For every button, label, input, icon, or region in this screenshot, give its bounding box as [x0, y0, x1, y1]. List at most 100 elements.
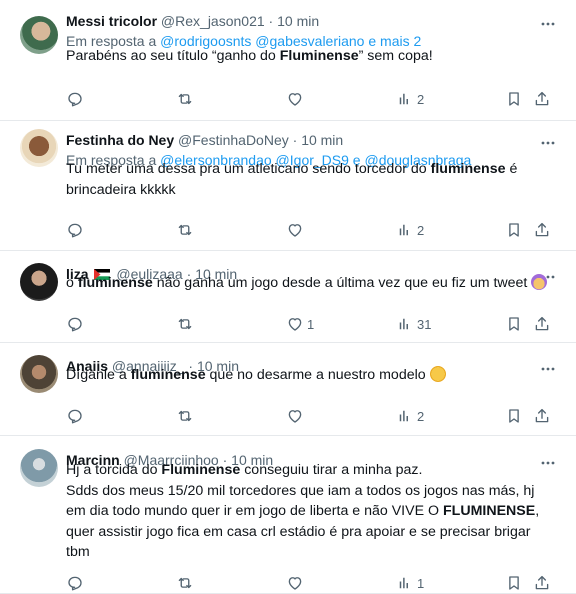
avatar[interactable]	[20, 449, 58, 487]
display-name[interactable]: Messi tricolor	[66, 13, 157, 29]
tweet-body: Messi tricolor @Rex_jason021 · 10 min Em …	[66, 11, 556, 121]
bookmark-button[interactable]	[505, 406, 523, 426]
timestamp[interactable]: 10 min	[301, 132, 343, 148]
share-icon	[533, 574, 551, 592]
highlighted-keyword: Fluminense	[279, 48, 359, 64]
user-handle[interactable]: @Rex_jason021	[161, 13, 265, 29]
like-button[interactable]	[286, 220, 307, 240]
retweet-button[interactable]	[176, 89, 194, 109]
tweet-text: o fluminense não ganha um jogo desde a ú…	[66, 273, 556, 294]
retweet-button[interactable]	[176, 314, 194, 334]
reply-icon	[66, 315, 84, 333]
text-segment: conseguiu tirar a minha paz.	[240, 462, 423, 478]
user-handle[interactable]: @FestinhaDoNey	[178, 132, 289, 148]
like-icon	[286, 90, 304, 108]
retweet-icon	[176, 407, 194, 425]
text-line: em dia todo mundo quer ir em jogo de lib…	[66, 501, 556, 522]
share-button[interactable]	[533, 89, 551, 109]
avatar[interactable]	[20, 355, 58, 393]
like-icon	[286, 574, 304, 592]
tweet-item[interactable]: Festinha do Ney @FestinhaDoNey · 10 min E…	[0, 121, 576, 251]
like-button[interactable]: 1	[286, 314, 314, 334]
like-button[interactable]	[286, 89, 307, 109]
text-line: tbm	[66, 542, 556, 563]
views-button[interactable]: 1	[396, 573, 424, 593]
retweet-button[interactable]	[176, 406, 194, 426]
text-segment: Tu meter uma dessa pra um atleticano sen…	[66, 161, 431, 177]
tweet-text: Tu meter uma dessa pra um atleticano sen…	[66, 159, 526, 200]
text-segment: Hj a torcida do	[66, 462, 162, 478]
share-button[interactable]	[533, 406, 551, 426]
views-count: 31	[417, 316, 432, 332]
views-count: 2	[417, 408, 425, 424]
avatar[interactable]	[20, 129, 58, 167]
tweet-body: Anaiis @annaiiiiz_ · 10 min Díganle a flu…	[66, 356, 556, 436]
tweet-actions: 2	[66, 406, 556, 426]
reply-button[interactable]	[66, 89, 84, 109]
share-icon	[533, 315, 551, 333]
tweet-item[interactable]: Marcinn @Maarrciinhoo · 10 min Hj a torci…	[0, 436, 576, 594]
views-count: 2	[417, 222, 425, 238]
woman-facepalming-emoji	[531, 274, 548, 290]
share-button[interactable]	[533, 314, 551, 334]
like-icon	[286, 315, 304, 333]
bookmark-icon	[505, 221, 523, 239]
tweet-item[interactable]: Anaiis @annaiiiiz_ · 10 min Díganle a flu…	[0, 343, 576, 436]
text-segment: ,	[535, 503, 540, 519]
tweet-item[interactable]: liza @eulizaaa · 10 min o fluminense não …	[0, 251, 576, 343]
share-button[interactable]	[533, 220, 551, 240]
share-button[interactable]	[533, 573, 551, 593]
reply-button[interactable]	[66, 220, 84, 240]
views-button[interactable]: 2	[396, 89, 424, 109]
text-segment: tbm	[66, 544, 90, 560]
retweet-icon	[176, 221, 194, 239]
bookmark-icon	[505, 407, 523, 425]
retweet-icon	[176, 90, 194, 108]
highlighted-keyword: fluminense	[430, 161, 506, 177]
reply-button[interactable]	[66, 573, 84, 593]
bookmark-button[interactable]	[505, 220, 523, 240]
views-button[interactable]: 2	[396, 220, 424, 240]
bookmark-icon	[505, 90, 523, 108]
tweet-item[interactable]: Messi tricolor @Rex_jason021 · 10 min Em …	[0, 0, 576, 121]
views-button[interactable]: 2	[396, 406, 424, 426]
avatar[interactable]	[20, 263, 58, 301]
disappointed-face-emoji	[429, 366, 446, 382]
like-button[interactable]	[286, 406, 307, 426]
bookmark-button[interactable]	[505, 573, 523, 593]
avatar[interactable]	[20, 16, 58, 54]
reply-button[interactable]	[66, 406, 84, 426]
reply-icon	[66, 407, 84, 425]
separator-dot: ·	[292, 132, 298, 148]
more-icon[interactable]	[540, 15, 556, 27]
bookmark-button[interactable]	[505, 89, 523, 109]
tweet-body: Marcinn @Maarrciinhoo · 10 min Hj a torci…	[66, 450, 556, 594]
tweet-actions: 2	[66, 220, 556, 240]
timestamp[interactable]: 10 min	[277, 13, 319, 29]
retweet-button[interactable]	[176, 573, 194, 593]
highlighted-keyword: Fluminense	[161, 462, 241, 478]
retweet-button[interactable]	[176, 220, 194, 240]
tweet-text: Díganle a fluminense que no desarme a nu…	[66, 365, 556, 386]
text-segment: Díganle a	[66, 367, 131, 383]
tweet-text: Parabéns ao seu título “ganho do Flumine…	[66, 46, 556, 67]
text-segment: Sdds dos meus 15/20 mil torcedores que i…	[66, 482, 535, 499]
text-segment: quer assistir jogo fica em casa crl está…	[66, 523, 531, 540]
tweet-body: Festinha do Ney @FestinhaDoNey · 10 min E…	[66, 130, 556, 251]
text-segment: Parabéns ao seu título “ganho do	[66, 48, 280, 64]
like-icon	[286, 221, 304, 239]
reply-icon	[66, 90, 84, 108]
views-icon	[396, 574, 414, 592]
more-icon[interactable]	[540, 134, 556, 146]
bookmark-button[interactable]	[505, 314, 523, 334]
like-button[interactable]	[286, 573, 307, 593]
views-count: 2	[417, 91, 425, 107]
text-segment: em dia todo mundo quer ir em jogo de lib…	[66, 503, 443, 519]
tweet-body: liza @eulizaaa · 10 min o fluminense não …	[66, 264, 556, 343]
views-button[interactable]: 31	[396, 314, 431, 334]
display-name[interactable]: Festinha do Ney	[66, 132, 174, 148]
highlighted-keyword: FLUMINENSE	[442, 503, 536, 519]
reply-button[interactable]	[66, 314, 84, 334]
like-icon	[286, 407, 304, 425]
bookmark-icon	[505, 574, 523, 592]
